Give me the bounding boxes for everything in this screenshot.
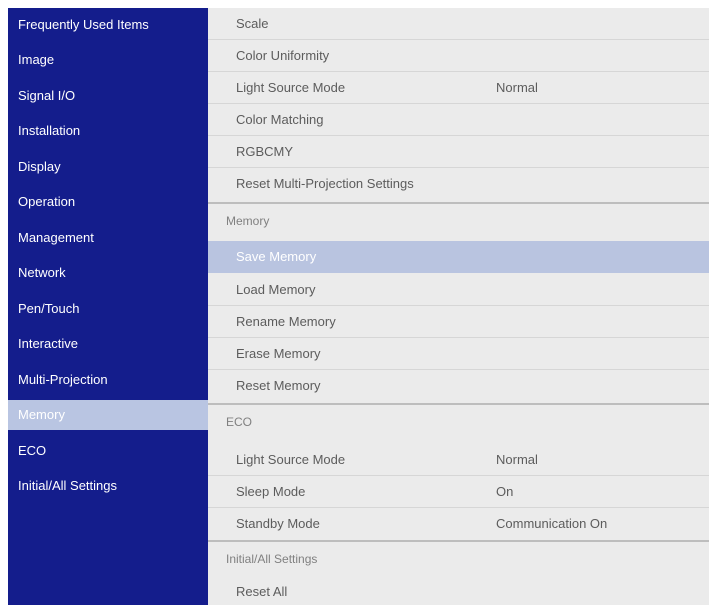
row-value: On bbox=[496, 484, 514, 499]
menu-row-color-uniformity[interactable]: Color Uniformity bbox=[208, 40, 709, 72]
section-header-initial-all-settings: Initial/All Settings bbox=[208, 540, 709, 576]
row-label: Erase Memory bbox=[236, 346, 321, 361]
menu-row-scale[interactable]: Scale bbox=[208, 8, 709, 40]
menu-row-color-matching[interactable]: Color Matching bbox=[208, 104, 709, 136]
sidebar-item-operation[interactable]: Operation bbox=[8, 187, 208, 217]
row-label: Load Memory bbox=[236, 282, 316, 297]
row-label: Light Source Mode bbox=[236, 452, 346, 467]
menu-row-reset-all[interactable]: Reset All bbox=[208, 576, 709, 607]
row-value: Communication On bbox=[496, 516, 608, 531]
sidebar-item-management[interactable]: Management bbox=[8, 223, 208, 253]
menu-frame: Frequently Used Items Image Signal I/O I… bbox=[8, 8, 709, 605]
row-value: Normal bbox=[496, 452, 538, 467]
section-header-eco: ECO bbox=[208, 403, 709, 439]
row-label: Reset Multi-Projection Settings bbox=[236, 176, 414, 191]
row-label: Scale bbox=[236, 16, 269, 31]
menu-row-eco-light-source-mode[interactable]: Light Source Mode Normal bbox=[208, 444, 709, 476]
section-header-memory: Memory bbox=[208, 202, 709, 238]
menu-row-save-memory[interactable]: Save Memory bbox=[208, 241, 709, 273]
settings-panel: Scale Color Uniformity Light Source Mode… bbox=[208, 8, 709, 605]
section-title: Initial/All Settings bbox=[226, 552, 318, 566]
row-label: Reset Memory bbox=[236, 378, 321, 393]
menu-row-reset-multi-projection[interactable]: Reset Multi-Projection Settings bbox=[208, 168, 709, 199]
sidebar-item-eco[interactable]: ECO bbox=[8, 436, 208, 466]
menu-row-reset-memory[interactable]: Reset Memory bbox=[208, 370, 709, 401]
menu-row-standby-mode[interactable]: Standby Mode Communication On bbox=[208, 508, 709, 539]
menu-row-rgbcmy[interactable]: RGBCMY bbox=[208, 136, 709, 168]
row-label: Rename Memory bbox=[236, 314, 336, 329]
sidebar-item-display[interactable]: Display bbox=[8, 152, 208, 182]
sidebar-item-network[interactable]: Network bbox=[8, 258, 208, 288]
section-title: Memory bbox=[226, 214, 270, 228]
sidebar-item-installation[interactable]: Installation bbox=[8, 116, 208, 146]
row-label: Save Memory bbox=[236, 249, 317, 264]
menu-row-light-source-mode[interactable]: Light Source Mode Normal bbox=[208, 72, 709, 104]
sidebar-item-interactive[interactable]: Interactive bbox=[8, 329, 208, 359]
menu-row-sleep-mode[interactable]: Sleep Mode On bbox=[208, 476, 709, 508]
sidebar-item-initial-all-settings[interactable]: Initial/All Settings bbox=[8, 471, 208, 501]
sidebar: Frequently Used Items Image Signal I/O I… bbox=[8, 8, 212, 605]
menu-row-erase-memory[interactable]: Erase Memory bbox=[208, 338, 709, 370]
menu-row-load-memory[interactable]: Load Memory bbox=[208, 274, 709, 306]
sidebar-item-frequently-used[interactable]: Frequently Used Items bbox=[8, 10, 208, 40]
menu-row-rename-memory[interactable]: Rename Memory bbox=[208, 306, 709, 338]
section-title: ECO bbox=[226, 415, 253, 429]
sidebar-item-signal-io[interactable]: Signal I/O bbox=[8, 81, 208, 111]
row-label: Sleep Mode bbox=[236, 484, 306, 499]
row-label: Standby Mode bbox=[236, 516, 320, 531]
row-label: Reset All bbox=[236, 584, 288, 599]
sidebar-item-multi-projection[interactable]: Multi-Projection bbox=[8, 365, 208, 395]
row-label: Light Source Mode bbox=[236, 80, 346, 95]
sidebar-item-pen-touch[interactable]: Pen/Touch bbox=[8, 294, 208, 324]
row-label: Color Uniformity bbox=[236, 48, 330, 63]
sidebar-item-image[interactable]: Image bbox=[8, 45, 208, 75]
row-value: Normal bbox=[496, 80, 538, 95]
sidebar-item-memory[interactable]: Memory bbox=[8, 400, 212, 430]
row-label: RGBCMY bbox=[236, 144, 294, 159]
row-label: Color Matching bbox=[236, 112, 324, 127]
